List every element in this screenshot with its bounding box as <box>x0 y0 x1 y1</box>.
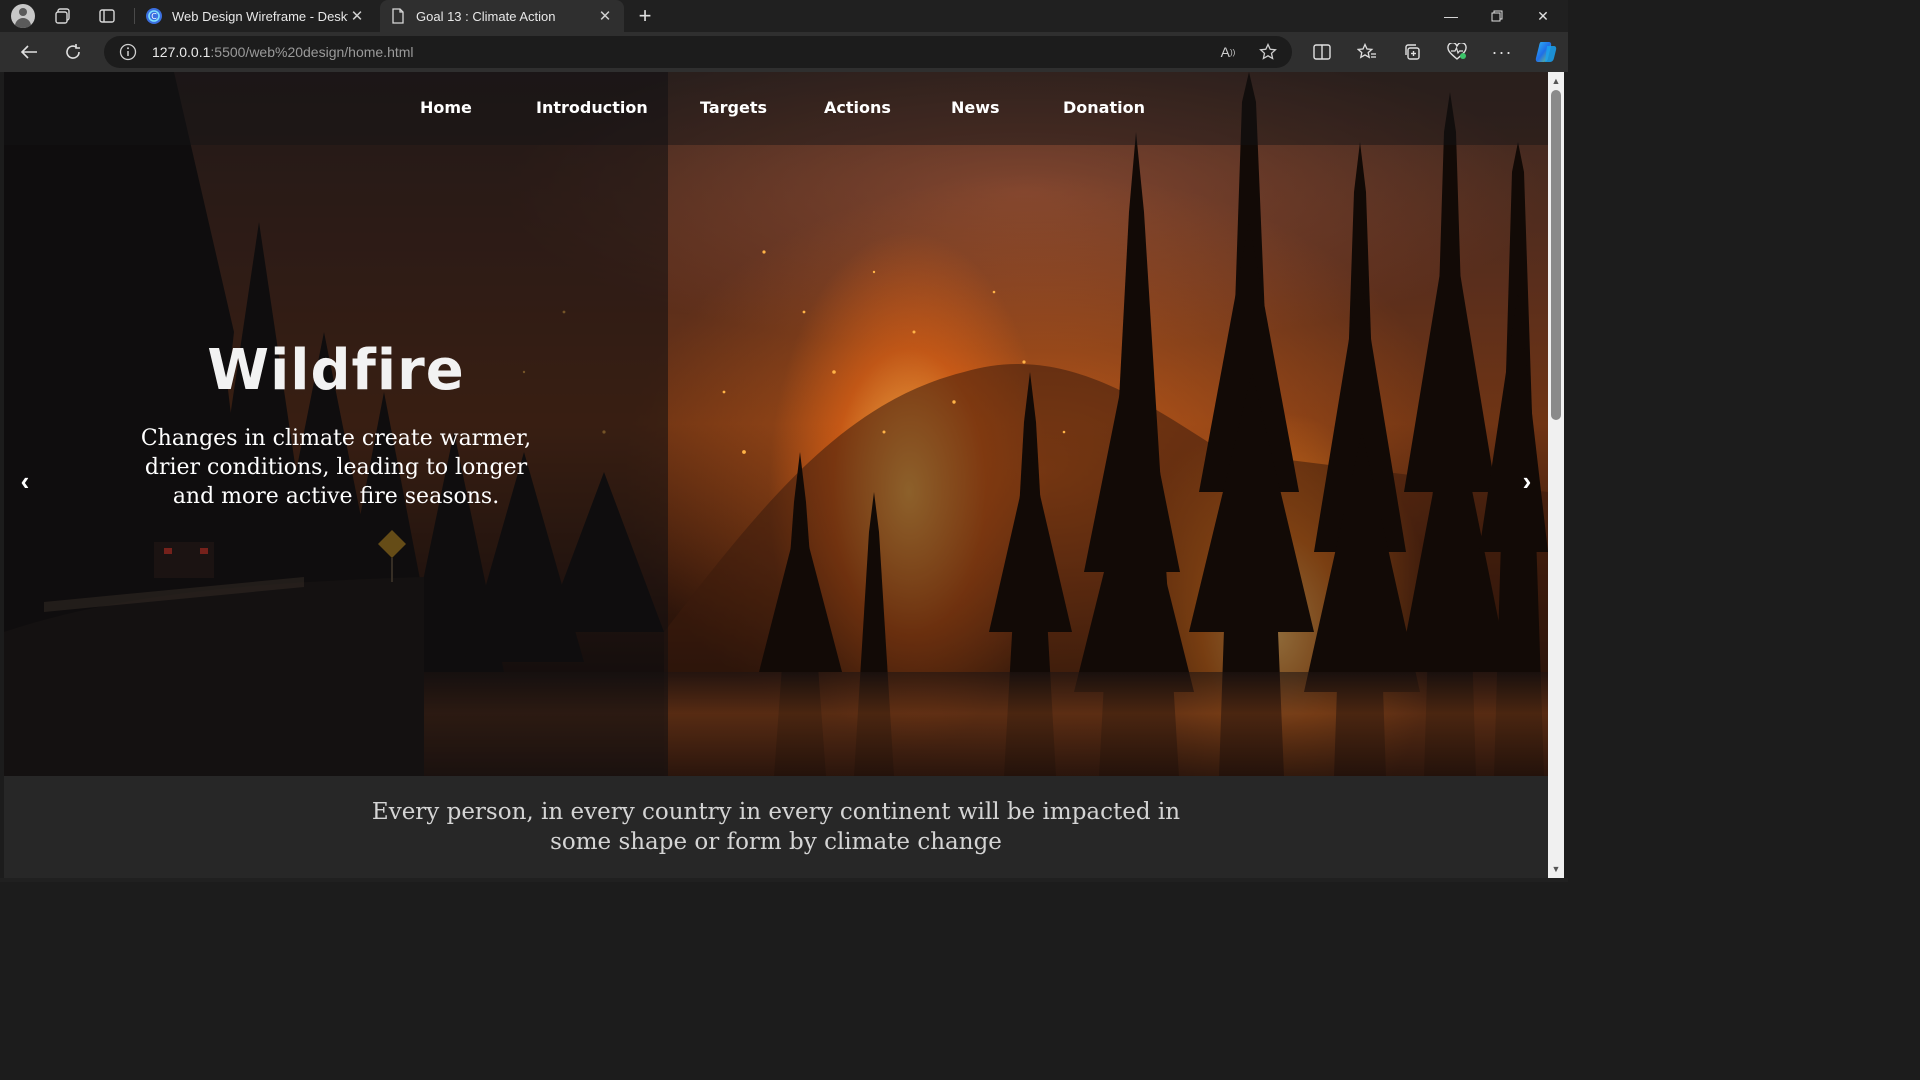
url-host: 127.0.0.1 <box>152 44 211 60</box>
favorites-button[interactable] <box>1352 38 1382 66</box>
plus-icon: + <box>638 3 652 28</box>
browser-essentials-button[interactable] <box>1442 38 1472 66</box>
nav-link-introduction[interactable]: Introduction <box>536 98 648 117</box>
tab-web-design-wireframe[interactable]: C Web Design Wireframe - Desktop ✕ <box>136 0 376 32</box>
restore-icon <box>1491 10 1503 22</box>
page-scrollbar[interactable]: ▲ ▼ <box>1548 72 1564 878</box>
chevron-right-icon: › <box>1522 465 1532 496</box>
tab-title: Web Design Wireframe - Desktop <box>172 8 348 24</box>
back-arrow-icon <box>20 45 37 59</box>
page-icon <box>390 8 406 24</box>
workspaces-button[interactable] <box>48 4 78 28</box>
address-bar[interactable]: 127.0.0.1:5500/web%20design/home.html A)… <box>104 36 1292 68</box>
close-window-button[interactable]: ✕ <box>1520 0 1566 32</box>
page-viewport: Home Introduction Targets Actions News D… <box>4 72 1548 878</box>
profile-avatar-icon <box>11 4 35 28</box>
favorites-icon <box>1357 43 1376 59</box>
scroll-thumb[interactable] <box>1551 90 1561 420</box>
settings-menu-button[interactable]: ··· <box>1487 38 1517 66</box>
tab-actions-button[interactable] <box>92 4 122 28</box>
profile-button[interactable] <box>8 4 38 28</box>
slider-next-button[interactable]: › <box>1512 466 1542 496</box>
refresh-button[interactable] <box>58 38 88 66</box>
favorite-star-icon[interactable] <box>1256 41 1280 63</box>
tab-goal-13-climate-action[interactable]: Goal 13 : Climate Action ✕ <box>380 0 624 32</box>
nav-link-actions[interactable]: Actions <box>824 98 891 117</box>
copilot-icon <box>1535 42 1557 62</box>
collections-icon <box>1405 44 1420 60</box>
nav-link-targets[interactable]: Targets <box>700 98 767 117</box>
nav-link-news[interactable]: News <box>951 98 1000 117</box>
close-tab-icon[interactable]: ✕ <box>348 7 366 25</box>
url-path: :5500/web%20design/home.html <box>210 44 414 60</box>
minimize-icon: — <box>1444 8 1458 24</box>
copilot-button[interactable] <box>1531 38 1561 66</box>
scroll-down-icon[interactable]: ▼ <box>1551 864 1561 874</box>
chevron-left-icon: ‹ <box>20 465 30 496</box>
url-text[interactable]: 127.0.0.1:5500/web%20design/home.html <box>152 44 414 60</box>
nav-link-home[interactable]: Home <box>420 98 472 117</box>
more-options-icon: ··· <box>1491 41 1513 62</box>
window-bottom-edge <box>0 878 1568 882</box>
new-tab-button[interactable]: + <box>632 2 658 30</box>
scroll-up-icon[interactable]: ▲ <box>1551 76 1561 86</box>
close-icon: ✕ <box>1537 7 1549 24</box>
back-button[interactable] <box>14 38 44 66</box>
browser-toolbar: 127.0.0.1:5500/web%20design/home.html A)… <box>0 32 1568 72</box>
heart-pulse-icon <box>1447 43 1467 60</box>
site-info-icon[interactable] <box>118 42 138 62</box>
read-aloud-icon[interactable]: A)) <box>1216 41 1240 63</box>
restore-button[interactable] <box>1474 0 1520 32</box>
canva-icon: C <box>146 8 162 24</box>
split-screen-button[interactable] <box>1307 38 1337 66</box>
tab-title: Goal 13 : Climate Action <box>416 8 556 24</box>
slider-prev-button[interactable]: ‹ <box>10 466 40 496</box>
svg-text:C: C <box>151 12 157 21</box>
hero-description: Changes in climate create warmer, drier … <box>140 426 532 509</box>
collections-button[interactable] <box>1397 38 1427 66</box>
close-tab-icon[interactable]: ✕ <box>596 7 614 25</box>
vertical-tabs-icon <box>99 9 115 23</box>
hero-title: Wildfire <box>207 338 465 403</box>
refresh-icon <box>66 44 80 59</box>
browser-titlebar: C Web Design Wireframe - Desktop ✕ Goal … <box>0 0 1568 32</box>
tagline-section: Every person, in every country in every … <box>4 776 1548 878</box>
main-navbar: Home Introduction Targets Actions News D… <box>4 72 1548 145</box>
minimize-button[interactable]: — <box>1428 0 1474 32</box>
tagline-text: Every person, in every country in every … <box>371 799 1181 855</box>
nav-link-donation[interactable]: Donation <box>1063 98 1145 117</box>
tab-separator <box>134 8 135 24</box>
split-screen-icon <box>1313 44 1331 60</box>
workspaces-icon <box>55 8 70 24</box>
hero-slider: Home Introduction Targets Actions News D… <box>4 72 1548 776</box>
